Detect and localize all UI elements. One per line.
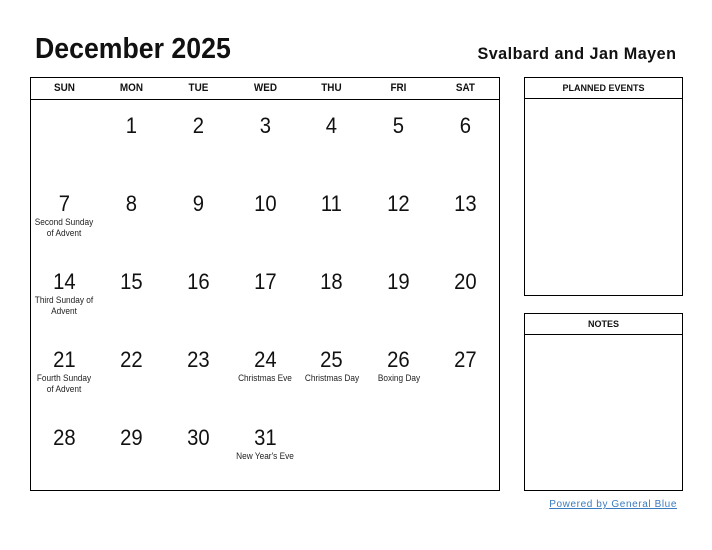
notes-box: NOTES: [524, 313, 683, 491]
day-number: 18: [320, 269, 344, 294]
day-number: 23: [186, 347, 210, 372]
day-cell: 15: [98, 256, 165, 334]
weekday-fri: FRI: [390, 82, 407, 94]
calendar-week: 21 Fourth Sunday of Advent 22 23 24 Christmas…: [31, 334, 499, 412]
day-cell: 9: [165, 178, 232, 256]
day-cell: 8: [98, 178, 165, 256]
day-cell: 20: [432, 256, 499, 334]
day-cell: 16: [165, 256, 232, 334]
holiday-label: Second Sunday of Advent: [35, 217, 94, 238]
day-cell: 27: [432, 334, 499, 412]
calendar-week: 7 Second Sunday of Advent 8 9 10 11 12 13: [31, 178, 499, 256]
day-number: 11: [321, 191, 343, 216]
planned-events-box: PLANNED EVENTS: [524, 77, 683, 296]
day-cell: 25 Christmas Day: [298, 334, 365, 412]
holiday-label: Christmas Eve: [238, 373, 292, 383]
day-number: 24: [253, 347, 277, 372]
day-number: 14: [53, 269, 76, 294]
region-name: Svalbard and Jan Mayen: [477, 44, 676, 63]
holiday-label: Third Sunday of Advent: [35, 295, 94, 316]
day-number: 21: [53, 347, 76, 372]
day-cell: 24 Christmas Eve: [232, 334, 299, 412]
day-number: 7: [58, 191, 71, 216]
day-cell: [365, 412, 432, 490]
day-cell: [298, 412, 365, 490]
day-number: 31: [253, 425, 277, 450]
calendar-title: December 2025: [35, 33, 231, 65]
holiday-label: Christmas Day: [304, 373, 359, 383]
day-number: 28: [53, 425, 76, 450]
weekday-tue: TUE: [188, 82, 209, 94]
day-cell: 21 Fourth Sunday of Advent: [31, 334, 98, 412]
weekday-sat: SAT: [456, 82, 476, 94]
day-cell: 19: [365, 256, 432, 334]
day-number: 8: [125, 191, 137, 216]
day-cell: 29: [98, 412, 165, 490]
day-cell: 31 New Year's Eve: [232, 412, 299, 490]
day-number: 26: [387, 347, 410, 372]
day-number: 4: [326, 113, 338, 138]
day-number: 30: [186, 425, 210, 450]
day-cell: 30: [165, 412, 232, 490]
day-number: 5: [393, 113, 405, 138]
weekday-mon: MON: [119, 82, 143, 94]
day-cell: 13: [432, 178, 499, 256]
day-number: 3: [259, 113, 271, 138]
day-number: 22: [120, 347, 143, 372]
day-number: 29: [120, 425, 143, 450]
day-cell: [432, 412, 499, 490]
day-cell: 18: [298, 256, 365, 334]
calendar-weeks: 1 2 3 4 5 6 7 Second Sunday of Advent 8 9 10 11 12 13…: [31, 100, 499, 490]
day-cell: 2: [165, 100, 232, 178]
holiday-label: Fourth Sunday of Advent: [37, 373, 92, 394]
day-number: 6: [459, 113, 472, 138]
planned-events-heading: PLANNED EVENTS: [525, 78, 682, 99]
day-number: 13: [454, 191, 477, 216]
day-number: 12: [387, 191, 410, 216]
holiday-label: Boxing Day: [377, 373, 420, 383]
powered-by-link[interactable]: Powered by General Blue: [549, 499, 677, 510]
day-cell: 5: [365, 100, 432, 178]
day-number: 20: [454, 269, 477, 294]
day-cell: 23: [165, 334, 232, 412]
notes-heading: NOTES: [525, 314, 682, 335]
day-number: 17: [253, 269, 277, 294]
weekday-thu: THU: [321, 82, 343, 94]
month-calendar: SUN MON TUE WED THU FRI SAT 1 2 3 4 5 6 7 Secon…: [30, 77, 500, 491]
day-cell: 3: [232, 100, 299, 178]
day-number: 10: [253, 191, 277, 216]
day-cell: 22: [98, 334, 165, 412]
day-cell: 14 Third Sunday of Advent: [31, 256, 98, 334]
day-number: 25: [320, 347, 344, 372]
day-number: 2: [192, 113, 204, 138]
day-number: 15: [120, 269, 143, 294]
day-cell: 17: [232, 256, 299, 334]
calendar-week: 14 Third Sunday of Advent 15 16 17 18 19 20: [31, 256, 499, 334]
calendar-week: 28 29 30 31 New Year's Eve: [31, 412, 499, 490]
day-number: 16: [186, 269, 210, 294]
day-cell: 1: [98, 100, 165, 178]
day-cell: 7 Second Sunday of Advent: [31, 178, 98, 256]
day-number: 19: [387, 269, 410, 294]
holiday-label: New Year's Eve: [236, 451, 294, 461]
day-cell: 28: [31, 412, 98, 490]
day-cell: 10: [232, 178, 299, 256]
day-cell: 26 Boxing Day: [365, 334, 432, 412]
day-cell: 11: [298, 178, 365, 256]
day-number: 27: [454, 347, 477, 372]
day-cell: [31, 100, 98, 178]
day-number: 9: [192, 191, 204, 216]
weekday-header: SUN MON TUE WED THU FRI SAT: [31, 78, 499, 100]
weekday-sun: SUN: [53, 82, 75, 94]
day-cell: 4: [298, 100, 365, 178]
day-cell: 12: [365, 178, 432, 256]
day-number: 1: [125, 113, 137, 138]
weekday-wed: WED: [253, 82, 277, 94]
calendar-week: 1 2 3 4 5 6: [31, 100, 499, 178]
day-cell: 6: [432, 100, 499, 178]
